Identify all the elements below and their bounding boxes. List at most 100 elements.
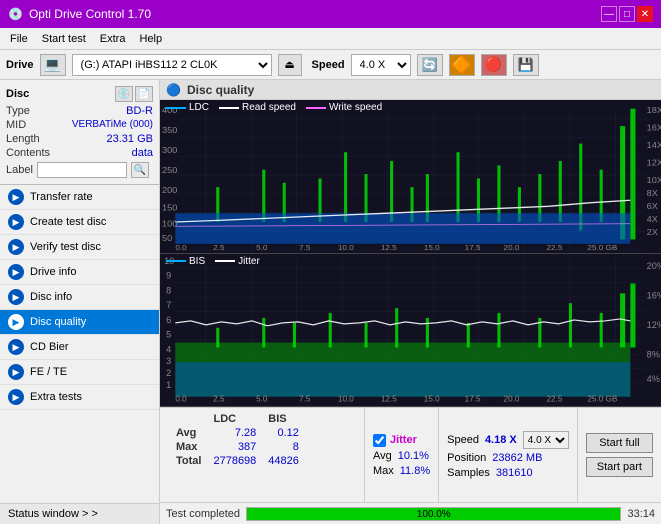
label-input[interactable] xyxy=(37,162,127,178)
nav-icon-drive: ▶ xyxy=(8,264,24,280)
legend-write-color xyxy=(306,107,326,109)
svg-text:10.0: 10.0 xyxy=(338,243,354,251)
nav-label-verify: Verify test disc xyxy=(30,241,101,253)
svg-text:8X: 8X xyxy=(647,189,659,198)
svg-text:4%: 4% xyxy=(647,374,660,384)
length-value: 23.31 GB xyxy=(107,133,153,145)
eject-button[interactable]: ⏏ xyxy=(278,54,302,76)
speed-select[interactable]: 4.0 X xyxy=(351,54,411,76)
disc-type-row: Type BD-R xyxy=(6,104,153,118)
progress-text: 100.0% xyxy=(247,508,620,522)
speed-dropdown[interactable]: 4.0 X xyxy=(523,431,569,449)
close-button[interactable]: ✕ xyxy=(637,6,653,22)
nav-icon-cd-bier: ▶ xyxy=(8,339,24,355)
jitter-checkbox[interactable] xyxy=(373,434,386,447)
nav-label-create: Create test disc xyxy=(30,216,106,228)
nav-verify-test-disc[interactable]: ▶ Verify test disc xyxy=(0,235,159,260)
contents-value: data xyxy=(132,147,153,159)
svg-text:17.5: 17.5 xyxy=(465,243,481,251)
menu-extra[interactable]: Extra xyxy=(94,32,132,46)
avg-bis: 0.12 xyxy=(262,426,305,440)
disc-icon1[interactable]: 💿 xyxy=(115,86,133,102)
samples-row: Samples 381610 xyxy=(447,467,569,479)
save-button[interactable]: 💾 xyxy=(513,54,539,76)
nav-label-drive: Drive info xyxy=(30,266,76,278)
svg-text:50: 50 xyxy=(162,234,172,243)
mid-label: MID xyxy=(6,119,26,131)
stats-max-row: Max 387 8 xyxy=(170,440,305,454)
menu-help[interactable]: Help xyxy=(133,32,168,46)
nav-label-fe-te: FE / TE xyxy=(30,366,67,378)
status-time: 33:14 xyxy=(627,508,655,520)
svg-text:12%: 12% xyxy=(647,319,661,329)
nav-drive-info[interactable]: ▶ Drive info xyxy=(0,260,159,285)
refresh-button[interactable]: 🔄 xyxy=(417,54,443,76)
svg-text:2: 2 xyxy=(166,368,171,378)
svg-text:22.5: 22.5 xyxy=(546,243,562,251)
svg-text:0.0: 0.0 xyxy=(175,394,187,403)
start-part-button[interactable]: Start part xyxy=(586,457,653,477)
svg-text:5: 5 xyxy=(166,329,171,339)
settings-button[interactable]: 🔶 xyxy=(449,54,475,76)
app-title: Opti Drive Control 1.70 xyxy=(29,7,151,21)
label-icon-btn[interactable]: 🔍 xyxy=(131,162,149,178)
title-bar: 💿 Opti Drive Control 1.70 — □ ✕ xyxy=(0,0,661,28)
menu-file[interactable]: File xyxy=(4,32,34,46)
status-window-button[interactable]: Status window > > xyxy=(0,503,159,524)
svg-text:17.5: 17.5 xyxy=(465,394,481,403)
svg-text:2X: 2X xyxy=(647,228,659,237)
right-panel: 🔵 Disc quality LDC Read speed xyxy=(160,80,661,524)
svg-text:15.0: 15.0 xyxy=(424,394,440,403)
stats-avg-row: Avg 7.28 0.12 xyxy=(170,426,305,440)
chart-icon: 🔵 xyxy=(166,83,181,97)
legend-write-speed: Write speed xyxy=(306,102,382,113)
nav-disc-quality[interactable]: ▶ Disc quality xyxy=(0,310,159,335)
info-button[interactable]: 🔴 xyxy=(481,54,507,76)
nav-list: ▶ Transfer rate ▶ Create test disc ▶ Ver… xyxy=(0,185,159,410)
legend-bis: BIS xyxy=(166,256,205,267)
drive-label: Drive xyxy=(6,59,34,71)
top-chart-svg: 18X 16X 14X 12X 10X 8X 6X 4X 2X 400 350 … xyxy=(160,100,661,253)
status-window-label: Status window > > xyxy=(8,508,98,520)
svg-text:2.5: 2.5 xyxy=(213,243,224,251)
jitter-avg-label: Avg xyxy=(373,450,392,462)
svg-text:4: 4 xyxy=(166,344,171,354)
svg-text:3: 3 xyxy=(166,356,171,366)
nav-icon-create: ▶ xyxy=(8,214,24,230)
maximize-button[interactable]: □ xyxy=(619,6,635,22)
disc-icon2[interactable]: 📄 xyxy=(135,86,153,102)
svg-text:150: 150 xyxy=(162,203,178,212)
legend-jitter: Jitter xyxy=(215,256,260,267)
nav-create-test-disc[interactable]: ▶ Create test disc xyxy=(0,210,159,235)
nav-fe-te[interactable]: ▶ FE / TE xyxy=(0,360,159,385)
chart-header: 🔵 Disc quality xyxy=(160,80,661,100)
nav-transfer-rate[interactable]: ▶ Transfer rate xyxy=(0,185,159,210)
nav-disc-info[interactable]: ▶ Disc info xyxy=(0,285,159,310)
nav-icon-extra: ▶ xyxy=(8,389,24,405)
progress-bar-container: 100.0% xyxy=(246,507,621,521)
max-bis: 8 xyxy=(262,440,305,454)
drive-select[interactable]: (G:) ATAPI iHBS112 2 CL0K xyxy=(72,54,272,76)
legend-bis-color xyxy=(166,260,186,262)
nav-cd-bier[interactable]: ▶ CD Bier xyxy=(0,335,159,360)
jitter-max-row: Max 11.8% xyxy=(373,465,430,477)
total-label: Total xyxy=(170,454,207,468)
jitter-avg-value: 10.1% xyxy=(398,450,429,462)
menu-bar: File Start test Extra Help xyxy=(0,28,661,50)
disc-contents-row: Contents data xyxy=(6,146,153,160)
menu-start-test[interactable]: Start test xyxy=(36,32,92,46)
nav-extra-tests[interactable]: ▶ Extra tests xyxy=(0,385,159,410)
position-label: Position xyxy=(447,452,486,464)
minimize-button[interactable]: — xyxy=(601,6,617,22)
svg-text:350: 350 xyxy=(162,126,178,135)
avg-ldc: 7.28 xyxy=(207,426,262,440)
speed-value: 4.18 X xyxy=(485,434,517,446)
nav-label-cd-bier: CD Bier xyxy=(30,341,69,353)
start-full-button[interactable]: Start full xyxy=(586,433,653,453)
svg-text:5.0: 5.0 xyxy=(256,394,268,403)
speed-row: Speed 4.18 X 4.0 X xyxy=(447,431,569,449)
bottom-chart-legend: BIS Jitter xyxy=(166,256,260,267)
drive-bar: Drive 💻 (G:) ATAPI iHBS112 2 CL0K ⏏ Spee… xyxy=(0,50,661,80)
left-panel: Disc 💿 📄 Type BD-R MID VERBATiMe (000) L… xyxy=(0,80,160,524)
stats-row: LDC BIS Avg 7.28 0.12 Max 387 8 Total xyxy=(160,407,661,502)
